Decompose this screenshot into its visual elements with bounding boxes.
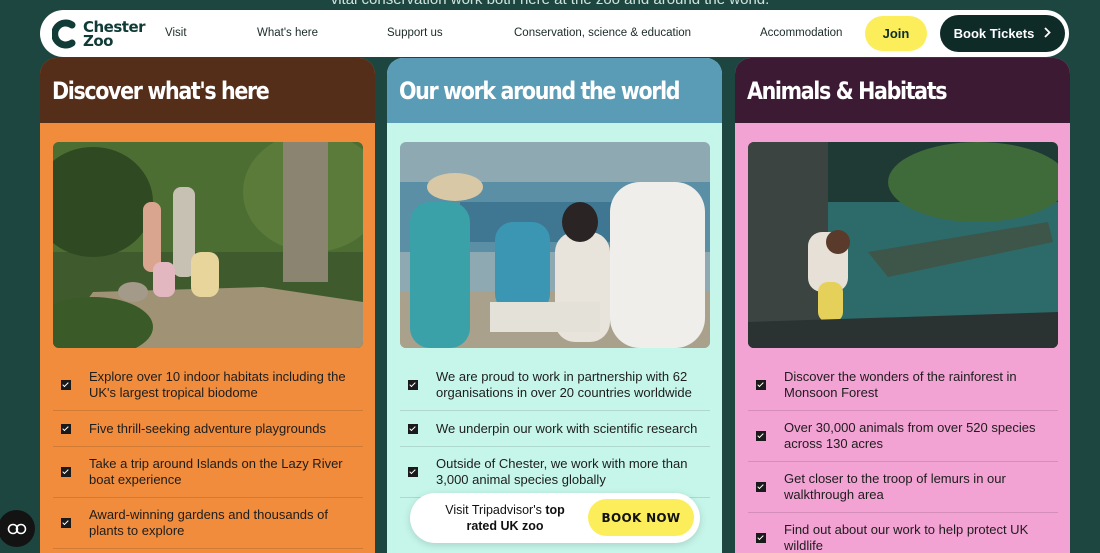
checkbox-icon [408, 380, 418, 390]
list-item: Find out about our work to help protect … [748, 513, 1058, 553]
card-our-work: Our work around the world We are proud t… [387, 58, 722, 553]
card-title: Our work around the world [399, 76, 681, 105]
list-item: Award-winning gardens and thousands of p… [53, 498, 363, 549]
feature-list: Discover the wonders of the rainforest i… [748, 360, 1058, 553]
nav-item-accommodation[interactable]: Accommodation [760, 10, 842, 57]
list-item: Over 30,000 animals from over 520 specie… [748, 411, 1058, 462]
logo-line2: Zoo [83, 31, 114, 50]
checkbox-icon [756, 380, 766, 390]
checkbox-icon [756, 533, 766, 543]
family-lemurs-photo [53, 142, 363, 348]
main-nav: Chester Zoo Visit What's here Support us… [40, 10, 1069, 57]
card-discover: Discover what's here Explore over 10 ind… [40, 58, 375, 553]
tripadvisor-banner: Visit Tripadvisor's top rated UK zoo BOO… [410, 493, 700, 543]
list-item: Get closer to the troop of lemurs in our… [748, 462, 1058, 513]
checkbox-icon [408, 467, 418, 477]
checkbox-icon [61, 518, 71, 528]
card-title: Discover what's here [52, 76, 270, 105]
book-now-button[interactable]: BOOK NOW [588, 499, 694, 536]
nav-item-support-us[interactable]: Support us [387, 10, 443, 57]
nav-item-whats-here[interactable]: What's here [257, 10, 318, 57]
join-button[interactable]: Join [865, 16, 927, 51]
checkbox-icon [408, 423, 418, 434]
list-item: Discover the wonders of the rainforest i… [748, 360, 1058, 411]
book-tickets-button[interactable]: Book Tickets [940, 15, 1065, 52]
feature-list: We are proud to work in partnership with… [400, 360, 710, 498]
card-title: Animals & Habitats [747, 76, 948, 105]
checkbox-icon [61, 380, 71, 390]
book-tickets-label: Book Tickets [953, 26, 1035, 41]
list-item: Five thrill-seeking adventure playground… [53, 411, 363, 447]
list-item: We are proud to work in partnership with… [400, 360, 710, 411]
checkbox-icon [756, 482, 766, 492]
checkbox-icon [61, 467, 71, 477]
list-item: Outside of Chester, we work with more th… [400, 447, 710, 498]
nav-item-visit[interactable]: Visit [165, 10, 187, 57]
checkbox-icon [61, 423, 71, 434]
researchers-lab-photo [400, 142, 710, 348]
chevron-right-icon [1044, 26, 1052, 41]
nav-item-conservation[interactable]: Conservation, science & education [514, 10, 691, 57]
top-banner-text: vital conservation work both here at the… [0, 0, 1100, 8]
list-item: We underpin our work with scientific res… [400, 411, 710, 447]
card-animals-habitats: Animals & Habitats Discover the wonders … [735, 58, 1070, 553]
logo-icon [51, 19, 78, 49]
accessibility-icon[interactable] [0, 510, 35, 547]
crocodile-habitat-photo [748, 142, 1058, 348]
feature-list: Explore over 10 indoor habitats includin… [53, 360, 363, 549]
chester-zoo-logo[interactable]: Chester Zoo [51, 19, 172, 50]
checkbox-icon [756, 431, 766, 441]
list-item: Take a trip around Islands on the Lazy R… [53, 447, 363, 498]
tripadvisor-text: Visit Tripadvisor's top rated UK zoo [445, 503, 565, 533]
list-item: Explore over 10 indoor habitats includin… [53, 360, 363, 411]
